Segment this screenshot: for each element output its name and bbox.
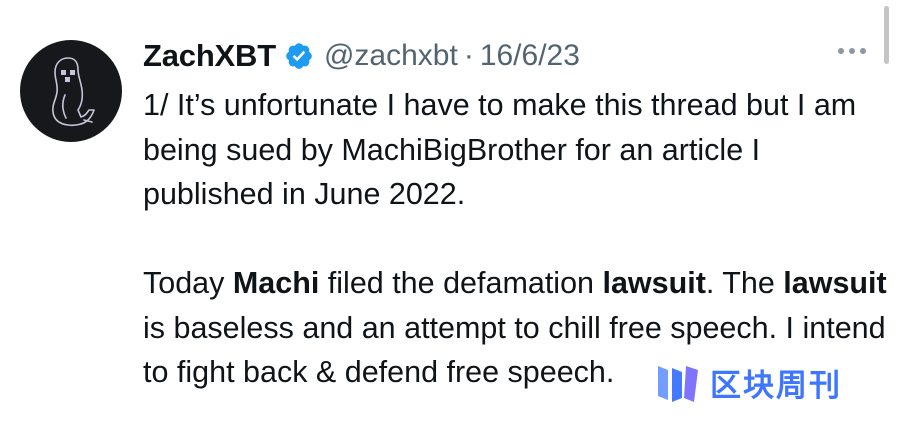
author-handle[interactable]: @zachxbt xyxy=(324,39,458,73)
text-segment: . The xyxy=(705,266,784,300)
more-dot xyxy=(849,48,855,54)
avatar[interactable] xyxy=(20,40,122,142)
verified-badge-icon xyxy=(286,43,312,69)
ghost-penguin-icon xyxy=(52,57,95,127)
separator-dot: · xyxy=(463,39,474,72)
text-segment: Today xyxy=(143,266,233,300)
bold-keyword-lawsuit: lawsuit xyxy=(602,266,706,300)
tweet-paragraph-1: 1/ It’s unfortunate I have to make this … xyxy=(143,88,857,211)
text-segment: filed the defamation xyxy=(319,266,603,300)
tweet-header: ZachXBT @zachxbt · 16/6/23 xyxy=(143,34,580,78)
author-name[interactable]: ZachXBT xyxy=(143,38,276,74)
watermark: 区块周刊 xyxy=(654,360,842,405)
scrollbar[interactable] xyxy=(884,6,889,64)
more-options-icon[interactable] xyxy=(838,48,866,54)
watermark-logo-icon xyxy=(658,365,698,402)
bold-keyword-lawsuit: lawsuit xyxy=(783,266,887,300)
tweet-date[interactable]: 16/6/23 xyxy=(480,39,580,73)
more-dot xyxy=(860,48,866,54)
bold-keyword-machi: Machi xyxy=(232,266,320,300)
more-dot xyxy=(838,48,844,54)
tweet-text: 1/ It’s unfortunate I have to make this … xyxy=(143,83,888,395)
tweet: ZachXBT @zachxbt · 16/6/23 1/ It’s unfor… xyxy=(0,0,900,442)
watermark-text: 区块周刊 xyxy=(710,368,842,404)
